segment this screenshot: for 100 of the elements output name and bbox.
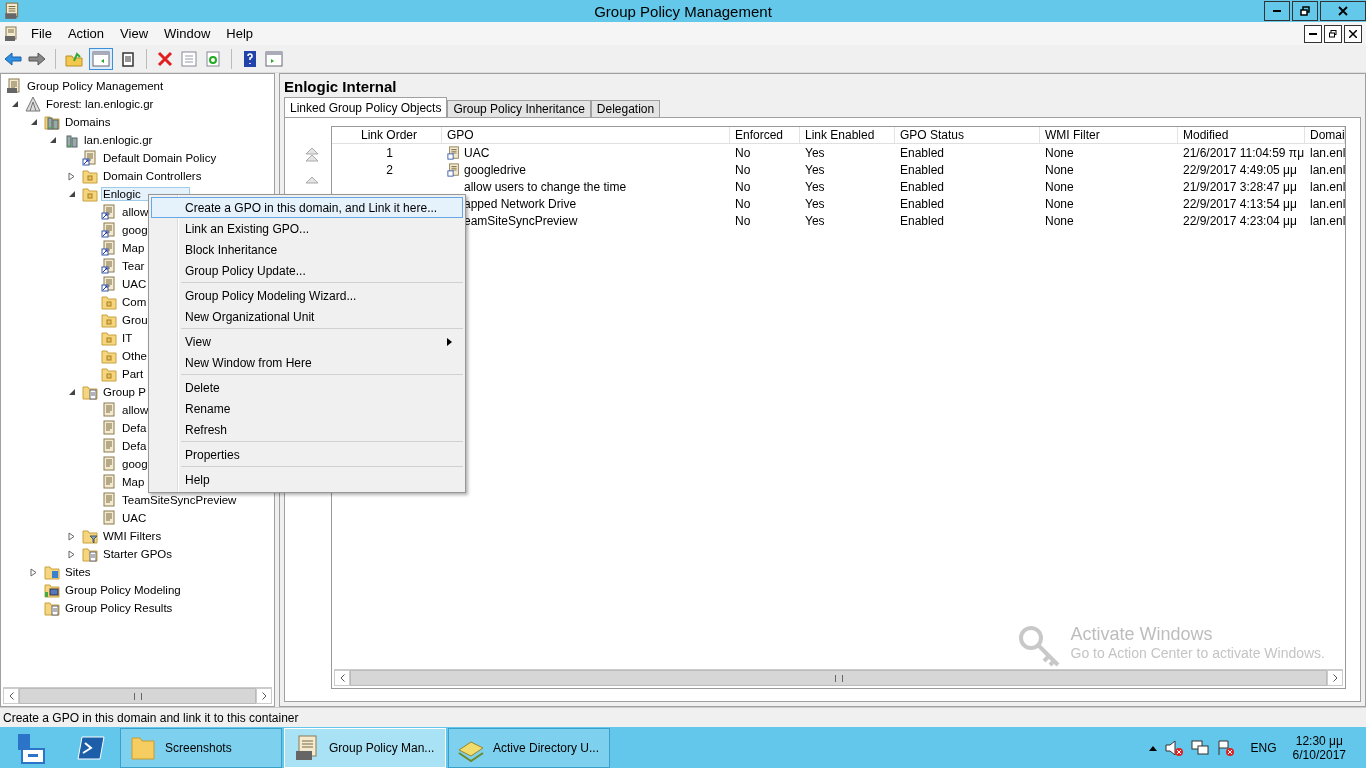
tree-item[interactable]: Group Policy Modeling: [63, 583, 183, 597]
menu-item[interactable]: View: [112, 26, 157, 41]
close-button[interactable]: [1320, 1, 1366, 21]
tree-item[interactable]: allow: [120, 205, 151, 219]
folder-up-icon[interactable]: [65, 50, 83, 67]
tree-item[interactable]: Group P: [101, 385, 148, 399]
clock-time[interactable]: 12:30 μμ: [1295, 733, 1343, 748]
column-header[interactable]: Link Order: [332, 127, 442, 143]
linked-policy-icon: [447, 162, 461, 177]
tree-item[interactable]: Sites: [63, 565, 93, 579]
menu-item[interactable]: Refresh: [151, 419, 463, 440]
menu-item[interactable]: Link an Existing GPO...: [151, 218, 463, 239]
minimize-button[interactable]: [1264, 1, 1290, 21]
tree-item[interactable]: IT: [120, 331, 135, 345]
taskbar-button[interactable]: Screenshots: [120, 727, 282, 768]
tree-item[interactable]: Othe: [120, 349, 149, 363]
menu-item[interactable]: Properties: [151, 444, 463, 465]
menu-item[interactable]: Window: [156, 26, 219, 41]
tree-item[interactable]: Defa: [120, 439, 149, 453]
tab[interactable]: Group Policy Inheritance: [447, 100, 591, 117]
tree-item[interactable]: Domains: [63, 115, 113, 129]
help-icon[interactable]: [241, 50, 259, 67]
language-indicator[interactable]: ENG: [1250, 740, 1277, 755]
menu-item[interactable]: Create a GPO in this domain, and Link it here...: [151, 197, 463, 218]
column-header[interactable]: Modified: [1178, 127, 1305, 143]
menu-item[interactable]: Help: [151, 469, 463, 490]
tree-item[interactable]: Group Policy Management: [25, 79, 166, 93]
close-button[interactable]: [1344, 24, 1362, 43]
policy-scroll-icon: [101, 456, 117, 472]
tab[interactable]: Delegation: [590, 100, 661, 117]
clipboard-icon[interactable]: [119, 50, 137, 67]
restore-button[interactable]: [1292, 1, 1318, 21]
tree-item[interactable]: Forest: lan.enlogic.gr: [44, 97, 156, 111]
refresh-icon[interactable]: [204, 50, 222, 67]
tree-item[interactable]: UAC: [120, 511, 149, 525]
expand-arrow-icon[interactable]: [68, 531, 76, 541]
column-header[interactable]: WMI Filter: [1040, 127, 1178, 143]
tree-item[interactable]: TeamSiteSyncPreview: [120, 493, 239, 507]
tree-item[interactable]: Group Policy Results: [63, 601, 175, 615]
menu-item[interactable]: Action: [59, 26, 113, 41]
action-pane-toggle-icon[interactable]: [265, 50, 283, 67]
tree-item[interactable]: Domain Controllers: [101, 169, 204, 183]
tree-item[interactable]: goog: [120, 457, 150, 471]
taskbar-button[interactable]: Group Policy Man...: [284, 727, 446, 768]
minimize-button[interactable]: [1304, 24, 1322, 43]
tree-item[interactable]: Part: [120, 367, 146, 381]
tree-item[interactable]: UAC: [120, 277, 149, 291]
console-tree-toggle-icon[interactable]: [89, 47, 113, 70]
powershell-icon[interactable]: [76, 734, 106, 761]
menu-item[interactable]: New Window from Here: [151, 352, 463, 373]
folder-icon: [101, 330, 117, 346]
tree-item[interactable]: Map: [120, 475, 147, 489]
menu-item[interactable]: Help: [218, 26, 262, 41]
clock-date[interactable]: 6/10/2017: [1292, 747, 1346, 762]
tree-item[interactable]: WMI Filters: [101, 529, 164, 543]
expand-arrow-icon[interactable]: [68, 171, 76, 181]
expand-arrow-icon[interactable]: [68, 549, 76, 559]
menu-item[interactable]: New Organizational Unit: [151, 306, 463, 327]
back-arrow-icon[interactable]: [4, 50, 22, 67]
tree-item[interactable]: Map: [120, 241, 147, 255]
menu-item[interactable]: Block Inheritance: [151, 239, 463, 260]
muted-speaker-icon[interactable]: [1164, 739, 1183, 756]
tree-item[interactable]: Default Domain Policy: [101, 151, 219, 165]
horizontal-scrollbar[interactable]: [3, 687, 272, 704]
scroll-left-icon[interactable]: [339, 674, 345, 682]
menu-item[interactable]: Group Policy Update...: [151, 260, 463, 281]
server-icon: [44, 114, 60, 130]
restore-button[interactable]: [1324, 24, 1342, 43]
tree-item[interactable]: allow: [120, 403, 151, 417]
folder-icon: [82, 168, 98, 184]
horizontal-scrollbar[interactable]: [334, 669, 1343, 686]
tree-item[interactable]: Defa: [120, 421, 149, 435]
forward-arrow-icon[interactable]: [28, 50, 46, 67]
scroll-right-icon[interactable]: [1332, 674, 1338, 682]
delete-icon[interactable]: [156, 50, 174, 67]
expand-arrow-icon[interactable]: [30, 567, 38, 577]
tree-item[interactable]: Starter GPOs: [101, 547, 175, 561]
menu-item[interactable]: Rename: [151, 398, 463, 419]
menu-item[interactable]: Delete: [151, 377, 463, 398]
console-scroll-icon: [6, 78, 22, 94]
tab[interactable]: Linked Group Policy Objects: [284, 97, 448, 117]
column-header[interactable]: Enforced: [730, 127, 800, 143]
taskbar-button[interactable]: Active Directory U...: [448, 727, 610, 768]
menu-item[interactable]: Group Policy Modeling Wizard...: [151, 285, 463, 306]
column-header[interactable]: Domai: [1305, 127, 1345, 143]
tree-item[interactable]: Com: [120, 295, 149, 309]
column-header[interactable]: GPO: [442, 127, 730, 143]
network-icon[interactable]: [1190, 739, 1209, 756]
tree-item[interactable]: lan.enlogic.gr: [82, 133, 155, 147]
show-hidden-icons-icon[interactable]: [1148, 744, 1157, 751]
flag-alert-icon[interactable]: [1216, 739, 1235, 756]
tree-item[interactable]: Grou: [120, 313, 150, 327]
scroll-right-icon[interactable]: [261, 692, 267, 700]
column-header[interactable]: GPO Status: [895, 127, 1040, 143]
column-header[interactable]: Link Enabled: [800, 127, 895, 143]
menu-item[interactable]: View: [151, 331, 463, 352]
tree-item[interactable]: Tear: [120, 259, 147, 273]
scroll-left-icon[interactable]: [8, 692, 14, 700]
menu-item[interactable]: File: [23, 26, 60, 41]
tree-item[interactable]: goog: [120, 223, 150, 237]
